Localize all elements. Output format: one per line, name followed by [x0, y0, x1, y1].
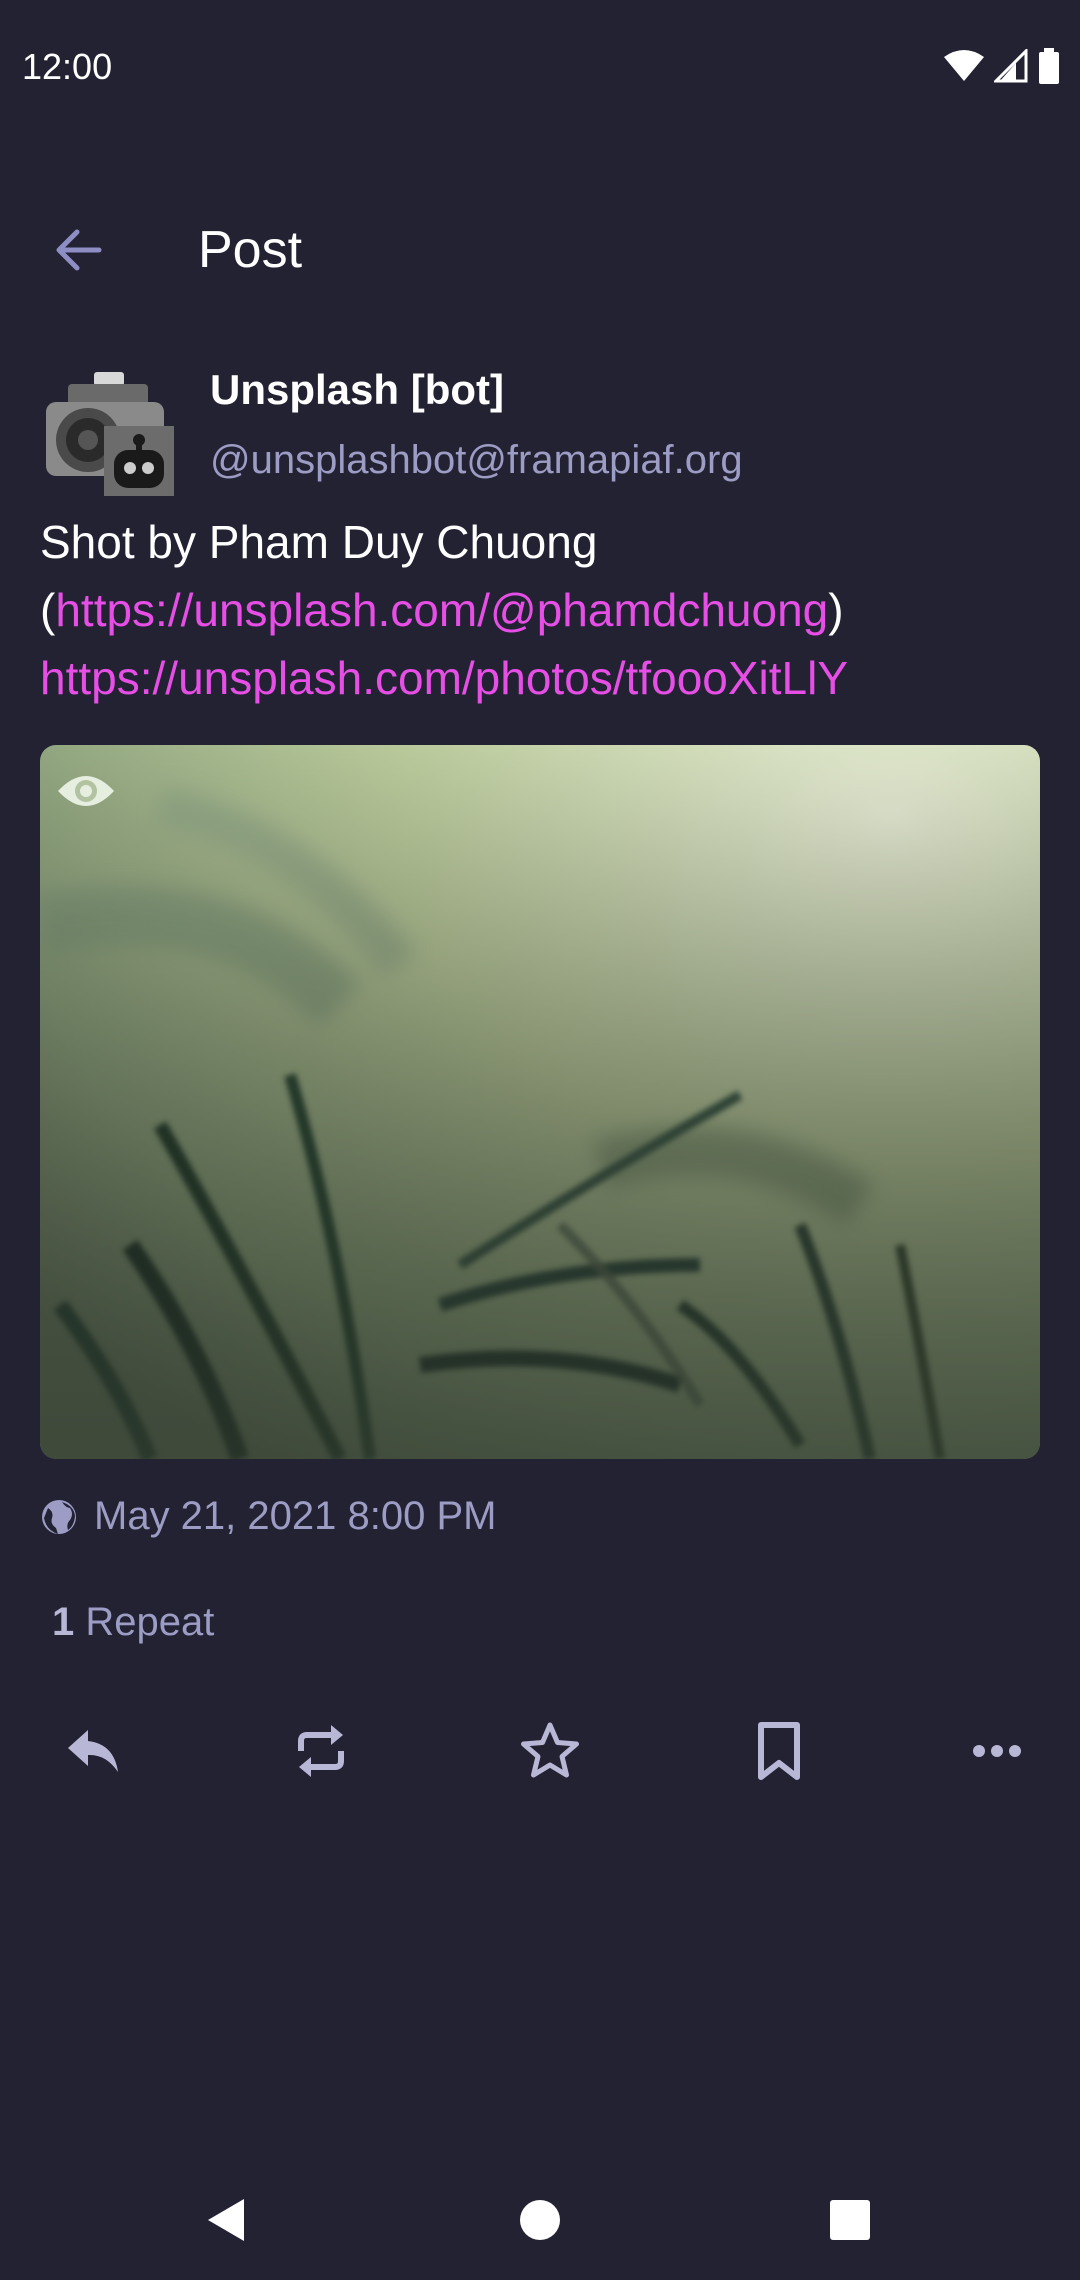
more-button[interactable]	[952, 1706, 1042, 1796]
bookmark-icon	[758, 1722, 800, 1780]
more-horizontal-icon	[973, 1745, 1021, 1757]
nav-recents-button[interactable]	[810, 2180, 890, 2260]
content-text-suffix: )	[828, 584, 844, 636]
favourite-button[interactable]	[505, 1706, 595, 1796]
repeat-count-row[interactable]: 1 Repeat	[52, 1600, 214, 1645]
avatar[interactable]	[40, 372, 174, 496]
system-navigation-bar	[0, 2160, 1080, 2280]
back-button[interactable]	[40, 218, 116, 282]
eye-icon	[58, 776, 114, 806]
circle-home-icon	[520, 2200, 560, 2240]
reblog-button[interactable]	[276, 1706, 366, 1796]
palm-leaves-photo	[40, 745, 1040, 1459]
nav-back-button[interactable]	[186, 2180, 266, 2260]
username[interactable]: @unsplashbot@framapiaf.org	[210, 438, 743, 483]
triangle-back-icon	[208, 2199, 244, 2241]
page-title: Post	[198, 221, 303, 279]
display-name[interactable]: Unsplash [bot]	[210, 366, 504, 414]
globe-icon	[42, 1499, 76, 1534]
camera-bot-avatar-icon	[46, 372, 174, 496]
post-meta: May 21, 2021 8:00 PM	[40, 1494, 496, 1539]
arrow-left-icon	[56, 229, 102, 271]
repeat-label: Repeat	[85, 1600, 215, 1644]
post-content: Shot by Pham Duy Chuong (https://unsplas…	[40, 508, 1040, 712]
repeat-count: 1	[52, 1600, 75, 1644]
star-icon	[521, 1722, 579, 1778]
media-attachment[interactable]	[40, 745, 1040, 1459]
wifi-icon	[944, 50, 984, 81]
reply-button[interactable]	[48, 1706, 138, 1796]
status-time: 12:00	[22, 46, 113, 87]
post-detail-screen: 12:00 Post Unsplash [bot] @unsplashbot@f…	[0, 0, 1080, 2280]
status-icons	[944, 48, 1060, 84]
post-timestamp: May 21, 2021 8:00 PM	[94, 1494, 497, 1538]
battery-icon	[1039, 48, 1059, 84]
photographer-link[interactable]: https://unsplash.com/@phamdchuong	[55, 584, 828, 636]
post-actions	[0, 1706, 1080, 1796]
repeat-icon	[298, 1725, 344, 1777]
square-recents-icon	[830, 2200, 870, 2240]
reply-icon	[68, 1730, 118, 1772]
bookmark-button[interactable]	[734, 1706, 824, 1796]
status-bar: 12:00	[0, 0, 1080, 140]
photo-link[interactable]: https://unsplash.com/photos/tfoooXitLlY	[40, 652, 848, 704]
hide-media-button[interactable]	[54, 759, 118, 823]
nav-home-button[interactable]	[500, 2180, 580, 2260]
signal-icon	[994, 49, 1028, 83]
top-app-bar: Post	[0, 190, 1080, 310]
